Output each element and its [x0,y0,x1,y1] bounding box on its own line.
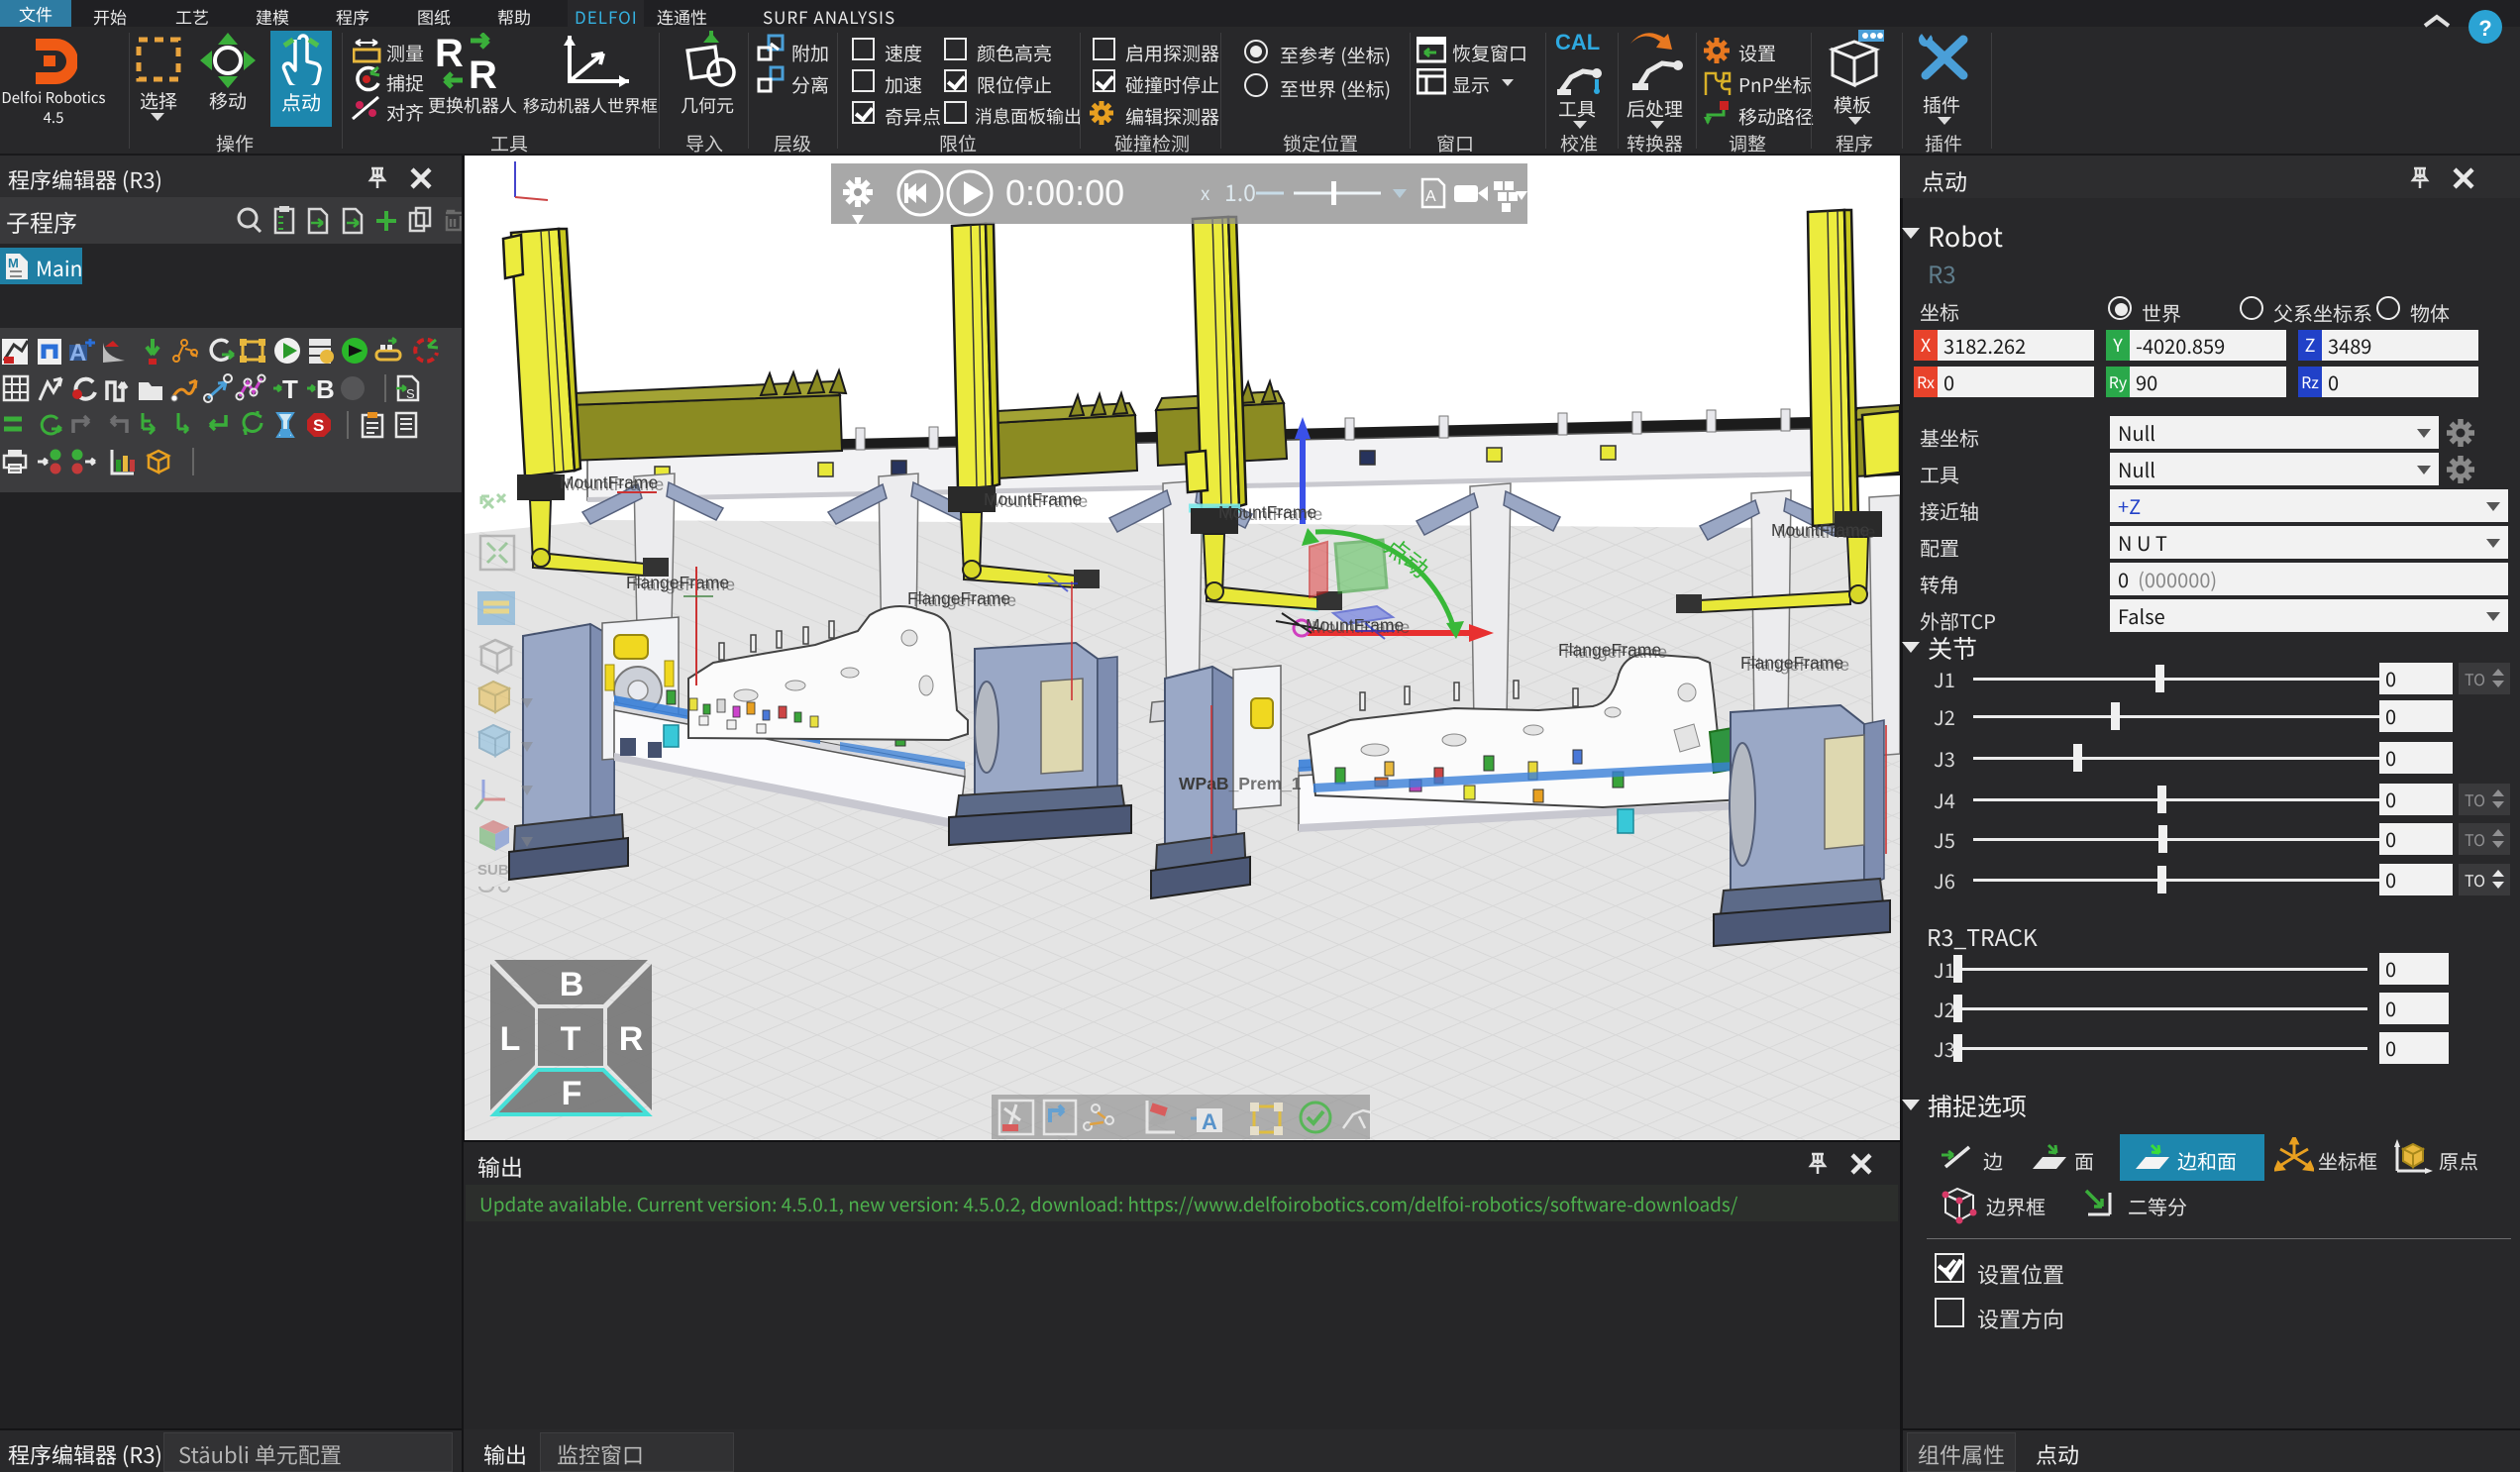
svg-text:R: R [435,33,464,75]
svg-text:T: T [561,1020,581,1058]
svg-text:0:00:00: 0:00:00 [1005,172,1124,213]
svg-text:T: T [282,374,298,404]
svg-text:B: B [560,966,584,1003]
svg-text:SUB: SUB [477,862,509,879]
svg-text:A: A [1202,1109,1217,1134]
svg-text:MountFrame: MountFrame [1224,504,1322,524]
svg-text:WPaB_Prem_1: WPaB_Prem_1 [1179,774,1302,793]
svg-text:MountFrame: MountFrame [990,491,1088,511]
svg-text:FlangeFrame: FlangeFrame [913,590,1016,610]
svg-text:S: S [406,386,415,401]
svg-text:S: S [313,416,324,435]
svg-text:F: F [562,1075,582,1112]
svg-text:MountFrame: MountFrame [1312,617,1410,637]
svg-text:FlangeFrame: FlangeFrame [632,575,735,594]
svg-text:M: M [8,256,19,270]
svg-text:L: L [500,1020,521,1058]
svg-text:R: R [469,53,497,90]
svg-text:1.0: 1.0 [1224,174,1256,208]
svg-text:MountFrame: MountFrame [1777,522,1875,542]
svg-text:x: x [1201,179,1210,206]
svg-text:B: B [316,374,335,404]
svg-text:A: A [1425,188,1436,205]
svg-text:FlangeFrame: FlangeFrame [1746,655,1849,675]
svg-text:FlangeFrame: FlangeFrame [1564,642,1667,662]
svg-text:R: R [619,1020,644,1058]
